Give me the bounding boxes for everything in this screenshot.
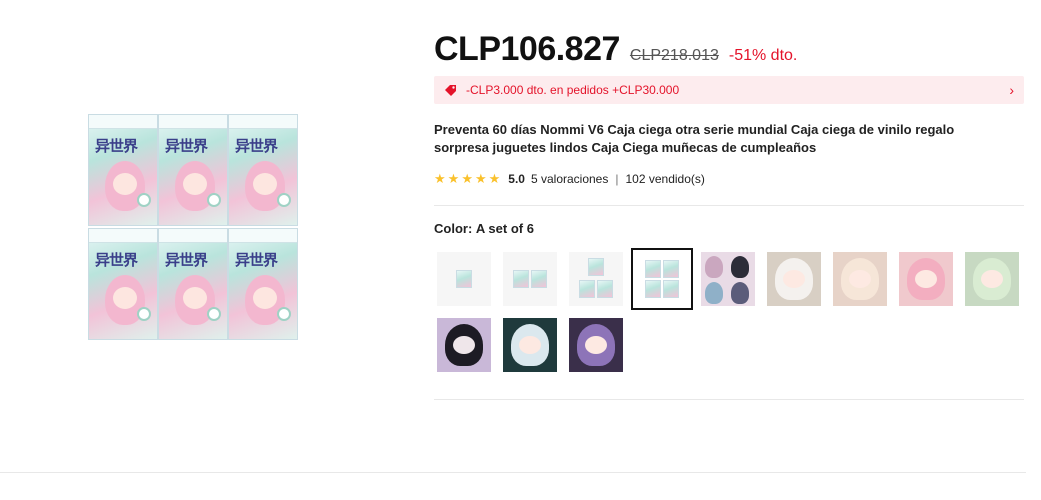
color-swatch[interactable] xyxy=(503,318,557,372)
color-label-key: Color: xyxy=(434,221,473,236)
discount-percentage: -51% dto. xyxy=(728,47,798,64)
color-swatch[interactable] xyxy=(833,252,887,306)
divider xyxy=(434,399,1024,400)
star-icon: ★ xyxy=(434,171,446,186)
color-swatch[interactable] xyxy=(437,252,491,306)
color-swatch[interactable] xyxy=(437,318,491,372)
current-price: CLP106.827 xyxy=(434,30,620,68)
color-label: Color: A set of 6 xyxy=(434,221,534,236)
product-box-image: 异世界 xyxy=(228,228,298,340)
color-swatch[interactable] xyxy=(965,252,1019,306)
color-selected-value: A set of 6 xyxy=(475,221,534,236)
product-box-image: 异世界 xyxy=(228,114,298,226)
star-icon: ★ xyxy=(474,171,487,186)
star-icon: ★ xyxy=(461,171,473,186)
color-swatch[interactable] xyxy=(899,252,953,306)
tag-icon xyxy=(444,83,458,97)
box-logo: 异世界 xyxy=(235,137,278,155)
box-logo: 异世界 xyxy=(235,251,278,269)
color-swatch[interactable] xyxy=(503,252,557,306)
original-price: CLP218.013 xyxy=(629,47,719,64)
separator: | xyxy=(615,172,619,186)
box-logo: 异世界 xyxy=(95,251,138,269)
sold-count: 102 vendido(s) xyxy=(625,172,705,186)
chevron-right-icon[interactable]: › xyxy=(1009,82,1014,98)
main-product-image[interactable]: 异世界 异世界 异世界 异世界 异世界 异世界 xyxy=(84,110,314,350)
color-swatch[interactable] xyxy=(569,252,623,306)
rating-score: 5.0 xyxy=(508,172,525,186)
color-swatch[interactable] xyxy=(767,252,821,306)
review-count[interactable]: 5 valoraciones xyxy=(531,172,608,186)
product-title: Preventa 60 días Nommi V6 Caja ciega otr… xyxy=(434,122,955,155)
color-swatch-selected[interactable] xyxy=(631,248,693,310)
box-logo: 异世界 xyxy=(95,137,138,155)
star-icon: ★ xyxy=(447,171,460,186)
coupon-text: -CLP3.000 dto. en pedidos +CLP30.000 xyxy=(466,83,680,97)
color-swatch[interactable] xyxy=(569,318,623,372)
rating-stars: ★ ★ ★ ★ ★ xyxy=(434,172,500,186)
box-logo: 异世界 xyxy=(165,137,208,155)
divider xyxy=(434,205,1024,206)
product-box-image: 异世界 xyxy=(88,228,158,340)
product-box-image: 异世界 xyxy=(158,114,228,226)
rating-row[interactable]: ★ ★ ★ ★ ★ 5.0 5 valoraciones | 102 vendi… xyxy=(434,172,705,187)
star-icon: ★ xyxy=(488,171,501,186)
product-box-image: 异世界 xyxy=(158,228,228,340)
color-swatch[interactable] xyxy=(701,252,755,306)
section-divider xyxy=(0,472,1026,473)
price-row: CLP106.827 CLP218.013 -51% dto. xyxy=(434,30,797,69)
coupon-banner[interactable]: -CLP3.000 dto. en pedidos +CLP30.000 › xyxy=(434,76,1024,104)
box-logo: 异世界 xyxy=(165,251,208,269)
product-box-image: 异世界 xyxy=(88,114,158,226)
product-info-panel: CLP106.827 CLP218.013 -51% dto. -CLP3.00… xyxy=(434,0,1026,500)
